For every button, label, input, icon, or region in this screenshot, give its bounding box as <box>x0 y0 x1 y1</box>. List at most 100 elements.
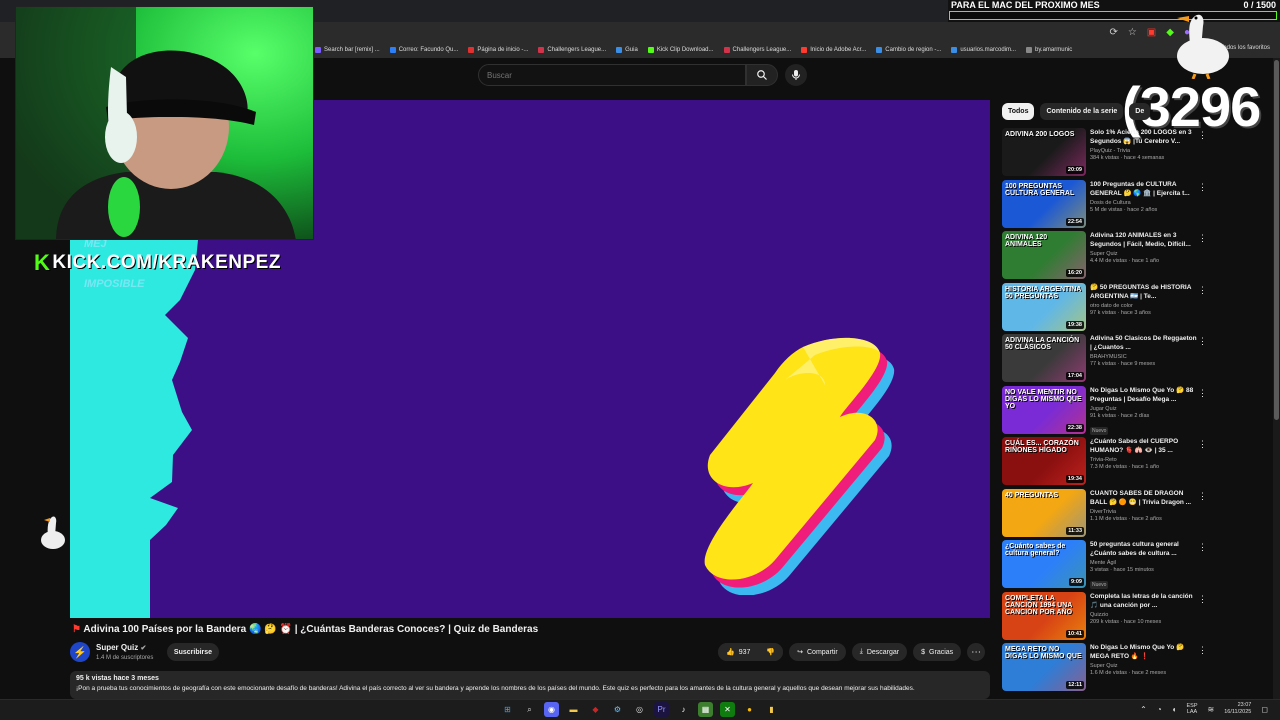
bookmark-item[interactable]: Correo: Facundo Qu... <box>389 47 458 53</box>
input-language[interactable]: ESP LAA <box>1187 703 1198 716</box>
bookmark-item[interactable]: Search bar [remix] ... <box>315 47 380 53</box>
recommended-channel[interactable]: DiverTrivia <box>1090 509 1198 515</box>
video-thumbnail[interactable]: ADIVINA 120 ANIMALES 16:20 <box>1002 231 1086 279</box>
volume-icon[interactable]: ◖ <box>1172 705 1177 714</box>
voice-search-button[interactable] <box>785 64 807 86</box>
description-box[interactable]: 95 k vistas hace 3 meses ¡Pon a prueba t… <box>70 671 990 699</box>
download-button[interactable]: ⤓ Descargar <box>851 643 908 661</box>
bookmark-item[interactable]: Guia <box>616 47 638 53</box>
more-options-icon[interactable]: ⋮ <box>1198 542 1207 553</box>
recommended-title[interactable]: Adivina 120 ANIMALES en 3 Segundos | Fác… <box>1090 231 1198 249</box>
recommended-title[interactable]: 🤔 50 PREGUNTAS de HISTORIA ARGENTINA 🇦🇷 … <box>1090 283 1198 301</box>
video-thumbnail[interactable]: MEGA RETO NO DIGAS LO MISMO QUE 12:11 <box>1002 643 1086 691</box>
minecraft-icon[interactable]: ▦ <box>698 702 713 717</box>
channel-name-text[interactable]: Super Quiz <box>96 643 138 652</box>
more-options-icon[interactable]: ⋮ <box>1198 645 1207 656</box>
search-input[interactable] <box>479 65 745 86</box>
more-options-icon[interactable]: ⋮ <box>1198 285 1207 296</box>
recommended-channel[interactable]: otro dato de color <box>1090 303 1198 309</box>
discord-icon[interactable]: ◉ <box>544 702 559 717</box>
more-options-icon[interactable]: ⋮ <box>1198 233 1207 244</box>
thanks-button[interactable]: $ Gracias <box>913 643 962 661</box>
bookmark-item[interactable]: Challengers League... <box>538 47 606 53</box>
recommended-title[interactable]: No Digas Lo Mismo Que Yo 🤔 MEGA RETO 🔥 ❗ <box>1090 643 1198 661</box>
recommended-video[interactable]: HISTORIA ARGENTINA 50 PREGUNTAS 19:38 🤔 50… <box>1002 282 1207 335</box>
filter-chip[interactable]: De <box>1129 103 1151 120</box>
bookmark-item[interactable]: Kick Clip Download... <box>647 47 714 53</box>
app-icon[interactable]: ▮ <box>764 702 779 717</box>
recommended-video[interactable]: COMPLETA LA CANCIÓN 1994 UNA CANCIÓN POR… <box>1002 591 1207 644</box>
recommended-title[interactable]: ¿Cuánto Sabes del CUERPO HUMANO? 🫀 🫁 👁️ … <box>1090 437 1198 455</box>
bookmark-item[interactable]: Página de inicio -... <box>468 47 528 53</box>
video-thumbnail[interactable]: HISTORIA ARGENTINA 50 PREGUNTAS 19:38 <box>1002 282 1086 331</box>
recommended-title[interactable]: Completa las letras de la canción 🎵 una … <box>1090 592 1198 610</box>
clock[interactable]: 23:07 16/11/2025 <box>1224 702 1251 716</box>
bookmark-item[interactable]: by.amarmunic <box>1026 47 1072 53</box>
video-thumbnail[interactable]: ADIVINA 200 LOGOS 20:09 <box>1002 128 1086 176</box>
recommended-channel[interactable]: Jugar Quiz <box>1090 406 1198 412</box>
more-options-icon[interactable]: ⋮ <box>1198 491 1207 502</box>
tray-icon[interactable]: ⌃ <box>1140 705 1147 714</box>
video-thumbnail[interactable]: ADIVINA LA CANCIÓN 50 CLÁSICOS 17:04 <box>1002 334 1086 382</box>
like-button[interactable]: 👍 937 <box>718 643 759 661</box>
tiktok-icon[interactable]: ♪ <box>676 702 691 717</box>
search-box[interactable] <box>478 64 746 86</box>
obs-icon[interactable]: ◎ <box>632 702 647 717</box>
share-button[interactable]: ↪ Compartir <box>789 643 846 661</box>
app-icon[interactable]: ◆ <box>588 702 603 717</box>
extension-icon[interactable]: ▣ <box>1147 27 1156 38</box>
recommended-video[interactable]: ADIVINA LA CANCIÓN 50 CLÁSICOS 17:04 Adivi… <box>1002 334 1207 386</box>
scrollbar-thumb[interactable] <box>1274 60 1279 420</box>
recommended-video[interactable]: 100 PREGUNTAS CULTURA GENERAL 22:54 100 Pr… <box>1002 179 1207 232</box>
recommended-video[interactable]: NO VALE MENTIR NO DIGAS LO MISMO QUE YO 2… <box>1002 385 1207 438</box>
folder-icon[interactable]: ▬ <box>566 702 581 717</box>
recommended-title[interactable]: Solo 1% Acierta 200 LOGOS en 3 Segundos … <box>1090 128 1198 146</box>
xbox-icon[interactable]: ✕ <box>720 702 735 717</box>
video-thumbnail[interactable]: 100 PREGUNTAS CULTURA GENERAL 22:54 <box>1002 179 1086 228</box>
recommended-title[interactable]: 50 preguntas cultura general ¿Cuánto sab… <box>1090 540 1198 558</box>
recommended-channel[interactable]: Mente Ágil <box>1090 560 1198 566</box>
recommended-video[interactable]: CUÁL ES... CORAZÓN RIÑONES HÍGADO 19:34 ¿C… <box>1002 437 1207 489</box>
bookmark-item[interactable]: usuarios.marcodim... <box>951 47 1016 53</box>
chrome-icon[interactable]: ● <box>742 702 757 717</box>
channel-name[interactable]: Super Quiz ✔ <box>96 643 146 652</box>
channel-avatar[interactable]: ⚡ <box>70 642 90 662</box>
bookmark-item[interactable]: Cambio de region -... <box>876 47 941 53</box>
recommended-title[interactable]: CUANTO SABES DE DRAGON BALL 🤔 🟠 😁 | Triv… <box>1090 489 1198 507</box>
recommended-channel[interactable]: Trivia-Reto <box>1090 457 1198 463</box>
recommended-channel[interactable]: BRAHYMUSIC <box>1090 354 1198 360</box>
video-thumbnail[interactable]: CUÁL ES... CORAZÓN RIÑONES HÍGADO 19:34 <box>1002 437 1086 485</box>
bookmark-item[interactable]: Challengers League... <box>723 47 791 53</box>
recommended-video[interactable]: ADIVINA 200 LOGOS 20:09 Solo 1% Acierta 20… <box>1002 128 1207 180</box>
video-thumbnail[interactable]: 40 PREGUNTAS 11:33 <box>1002 488 1086 537</box>
more-options-icon[interactable]: ⋮ <box>1198 439 1207 450</box>
recommended-channel[interactable]: Dosis de Cultura <box>1090 200 1198 206</box>
steam-icon[interactable]: ⚙ <box>610 702 625 717</box>
dislike-button[interactable]: 👎 <box>758 643 784 661</box>
recommended-title[interactable]: 100 Preguntas de CULTURA GENERAL 🤔 🌎 🏛️ … <box>1090 180 1198 198</box>
recommended-video[interactable]: 40 PREGUNTAS 11:33 CUANTO SABES DE DRAGON … <box>1002 488 1207 541</box>
star-icon[interactable]: ☆ <box>1128 27 1137 38</box>
video-thumbnail[interactable]: NO VALE MENTIR NO DIGAS LO MISMO QUE YO 2… <box>1002 385 1086 434</box>
recommended-video[interactable]: ADIVINA 120 ANIMALES 16:20 Adivina 120 ANI… <box>1002 231 1207 283</box>
recommended-title[interactable]: Adivina 50 Clasicos De Reggaeton | ¿Cuan… <box>1090 334 1198 352</box>
more-options-icon[interactable]: ⋮ <box>1198 388 1207 399</box>
recommended-video[interactable]: MEGA RETO NO DIGAS LO MISMO QUE 12:11 No D… <box>1002 643 1207 695</box>
recommended-channel[interactable]: Super Quiz <box>1090 663 1198 669</box>
recommended-channel[interactable]: Super Quiz <box>1090 251 1198 257</box>
more-options-icon[interactable]: ⋮ <box>1198 336 1207 347</box>
recommended-channel[interactable]: Quizzio <box>1090 612 1198 618</box>
video-thumbnail[interactable]: COMPLETA LA CANCIÓN 1994 UNA CANCIÓN POR… <box>1002 591 1086 640</box>
recommended-video[interactable]: ¿Cuánto sabes de cultura general? 9:09 50 … <box>1002 540 1207 592</box>
network-icon[interactable]: ◔ <box>1157 705 1162 714</box>
video-thumbnail[interactable]: ¿Cuánto sabes de cultura general? 9:09 <box>1002 540 1086 588</box>
recommended-title[interactable]: No Digas Lo Mismo Que Yo 🤔 88 Preguntas … <box>1090 386 1198 404</box>
search-button[interactable] <box>746 64 778 86</box>
premiere-icon[interactable]: Pr <box>654 702 669 717</box>
filter-chip[interactable]: Contenido de la serie <box>1040 103 1124 120</box>
windows-start-icon[interactable]: ⊞ <box>500 702 515 717</box>
bookmark-item[interactable]: Inicio de Adobe Acr... <box>801 47 866 53</box>
search-icon[interactable]: ⌕ <box>522 702 537 717</box>
wifi-icon[interactable]: ≋ <box>1208 705 1215 714</box>
extension-icon[interactable]: ⟳ <box>1109 27 1117 38</box>
